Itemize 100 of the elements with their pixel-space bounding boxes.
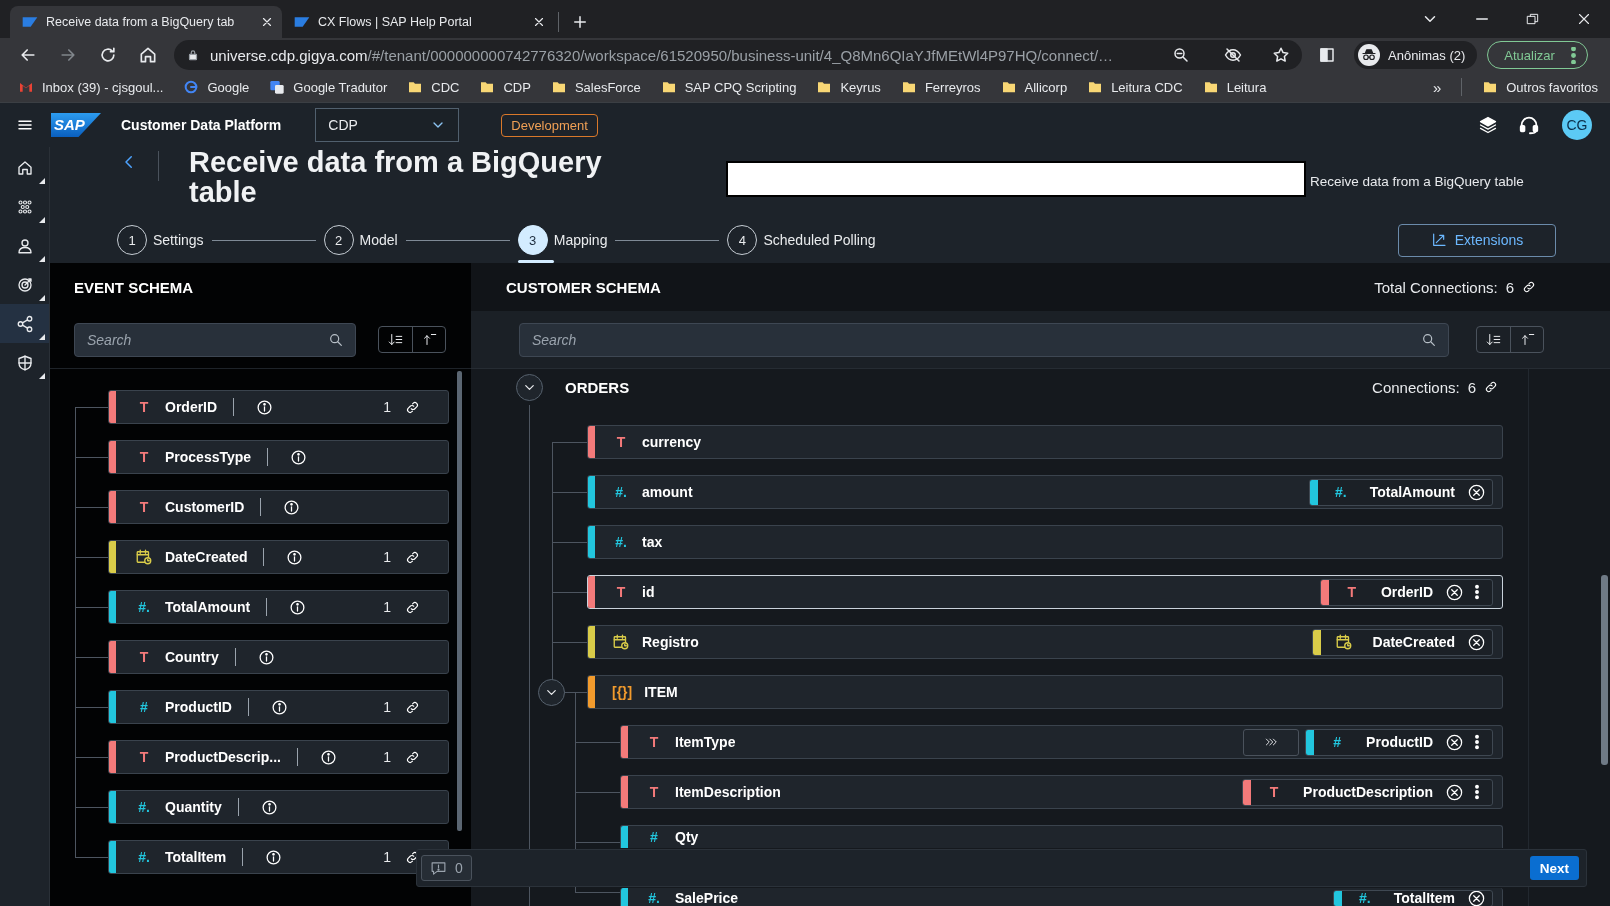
bookmark[interactable]: CDP: [479, 79, 531, 95]
new-tab-icon[interactable]: [571, 13, 589, 31]
schema-field[interactable]: T ProductDescrip... 1: [108, 740, 449, 774]
nav-item[interactable]: [0, 304, 49, 343]
bookmark[interactable]: SAP CPQ Scripting: [660, 79, 797, 95]
mapped-field[interactable]: T OrderID: [1319, 578, 1493, 606]
wizard-step[interactable]: 4 Scheduled Polling: [727, 217, 876, 263]
schema-field[interactable]: #. TotalAmount 1: [108, 590, 449, 624]
extensions-button[interactable]: Extensions: [1398, 223, 1556, 257]
info-icon[interactable]: [290, 448, 308, 466]
remove-icon[interactable]: [1445, 782, 1464, 802]
scrollbar[interactable]: [457, 371, 462, 831]
layers-icon[interactable]: [1478, 115, 1498, 135]
info-icon[interactable]: [283, 498, 301, 516]
bookmark[interactable]: Inbox (39) - cjsgoul...: [18, 79, 164, 95]
schema-field[interactable]: #. SalePrice #. TotalItem: [620, 888, 1503, 906]
bookmark[interactable]: Allicorp: [1000, 79, 1068, 95]
info-icon[interactable]: [289, 598, 307, 616]
collapse-button[interactable]: [516, 373, 543, 401]
wizard-step[interactable]: 1 Settings: [117, 217, 204, 263]
browser-tab[interactable]: CX Flows | SAP Help Portal: [282, 6, 554, 38]
zoom-icon[interactable]: [1172, 46, 1190, 64]
remove-icon[interactable]: [1467, 890, 1486, 906]
bookmark[interactable]: SalesForce: [550, 79, 641, 95]
address-bar[interactable]: universe.cdp.gigya.com/#/tenant/000000000742776320/workspace/61520950/business-unit/4_Q8Mn6QIaYJfMEtWl4P97HQ/connect/…: [174, 40, 1302, 70]
schema-field[interactable]: T OrderID 1: [108, 390, 449, 424]
schema-field[interactable]: Registro DateCreated: [587, 625, 1503, 659]
remove-icon[interactable]: [1445, 732, 1464, 752]
close-icon[interactable]: [532, 15, 546, 29]
schema-field[interactable]: T CustomerID: [108, 490, 449, 524]
star-icon[interactable]: [1272, 46, 1290, 64]
info-icon[interactable]: [265, 848, 283, 866]
link-icon[interactable]: [405, 749, 420, 765]
restore-icon[interactable]: [1525, 11, 1541, 27]
wizard-step[interactable]: 2 Model: [323, 217, 398, 263]
feedback-button[interactable]: 0: [421, 855, 472, 881]
headset-icon[interactable]: [1518, 114, 1540, 136]
info-icon[interactable]: [319, 748, 337, 766]
type-stripe: [588, 476, 595, 508]
search-icon: [328, 332, 344, 348]
schema-field[interactable]: #. amount #. TotalAmount: [587, 475, 1503, 509]
schema-field[interactable]: # Qty: [620, 825, 1503, 848]
info-icon[interactable]: [260, 798, 278, 816]
remove-icon[interactable]: [1467, 482, 1486, 502]
remove-icon[interactable]: [1467, 632, 1486, 652]
side-panel-icon[interactable]: [1318, 46, 1336, 64]
schema-field[interactable]: T id T OrderID: [587, 575, 1503, 609]
profile-button[interactable]: Anônimas (2): [1354, 41, 1478, 69]
bookmark[interactable]: Keyrus: [816, 79, 881, 95]
schema-field[interactable]: T ItemType # ProductID: [620, 725, 1503, 759]
link-icon[interactable]: [405, 599, 420, 615]
search-field[interactable]: Search: [74, 323, 356, 357]
browser-tab[interactable]: Receive data from a BigQuery tab: [10, 6, 282, 38]
mapped-field[interactable]: # ProductID: [1305, 728, 1493, 756]
bookmark[interactable]: Leitura: [1202, 79, 1267, 95]
bookmark[interactable]: Leitura CDC: [1087, 79, 1183, 95]
info-icon[interactable]: [257, 648, 275, 666]
field-name: CustomerID: [165, 499, 245, 515]
logo[interactable]: SAP: [51, 113, 101, 137]
reload-icon[interactable]: [98, 45, 118, 65]
mapped-field[interactable]: DateCreated: [1311, 628, 1493, 656]
avatar[interactable]: CG: [1562, 110, 1592, 140]
schema-field[interactable]: #. TotalItem 1: [108, 840, 449, 874]
bookmark[interactable]: Google: [183, 79, 250, 95]
bookmark[interactable]: Ferreyros: [900, 79, 981, 95]
schema-field[interactable]: #. tax: [587, 525, 1503, 559]
bookmark[interactable]: Outros favoritos: [1482, 79, 1598, 95]
schema-field[interactable]: [{}] ITEM: [587, 675, 1503, 709]
search-field[interactable]: Search: [519, 322, 1449, 357]
more-bookmarks-button[interactable]: »: [1432, 78, 1442, 96]
info-icon[interactable]: [286, 548, 304, 566]
info-icon[interactable]: [256, 398, 274, 416]
schema-field[interactable]: DateCreated 1: [108, 540, 449, 574]
eye-off-icon[interactable]: [1224, 46, 1242, 64]
link-icon[interactable]: [405, 399, 420, 415]
schema-field[interactable]: # ProductID 1: [108, 690, 449, 724]
mapped-field[interactable]: #. TotalAmount: [1308, 478, 1493, 506]
link-icon[interactable]: [405, 699, 420, 715]
home-icon[interactable]: [138, 45, 158, 65]
schema-field[interactable]: T ProcessType: [108, 440, 449, 474]
workspace-select[interactable]: CDP: [315, 108, 460, 142]
schema-field[interactable]: T ItemDescription T ProductDescription: [620, 775, 1503, 809]
share-icon: [15, 314, 34, 333]
next-button[interactable]: Next: [1529, 856, 1579, 880]
schema-field[interactable]: T Country: [108, 640, 449, 674]
remove-icon[interactable]: [1445, 582, 1464, 602]
mapped-field-name: ProductID: [1366, 734, 1433, 750]
mapped-field[interactable]: T ProductDescription: [1242, 778, 1493, 806]
type-glyph: #.: [647, 890, 661, 906]
wizard-step[interactable]: 3 Mapping: [517, 217, 608, 263]
bookmark[interactable]: CDC: [407, 79, 460, 95]
close-icon[interactable]: [260, 15, 274, 29]
mapped-field[interactable]: #. TotalItem: [1332, 889, 1493, 906]
info-icon[interactable]: [270, 698, 288, 716]
schema-field[interactable]: T currency: [587, 425, 1503, 459]
bookmark[interactable]: Google Tradutor: [269, 79, 388, 95]
schema-field[interactable]: #. Quantity: [108, 790, 449, 824]
scrollbar[interactable]: [1601, 575, 1608, 765]
collapse-button[interactable]: [538, 679, 565, 706]
link-icon[interactable]: [405, 549, 420, 565]
